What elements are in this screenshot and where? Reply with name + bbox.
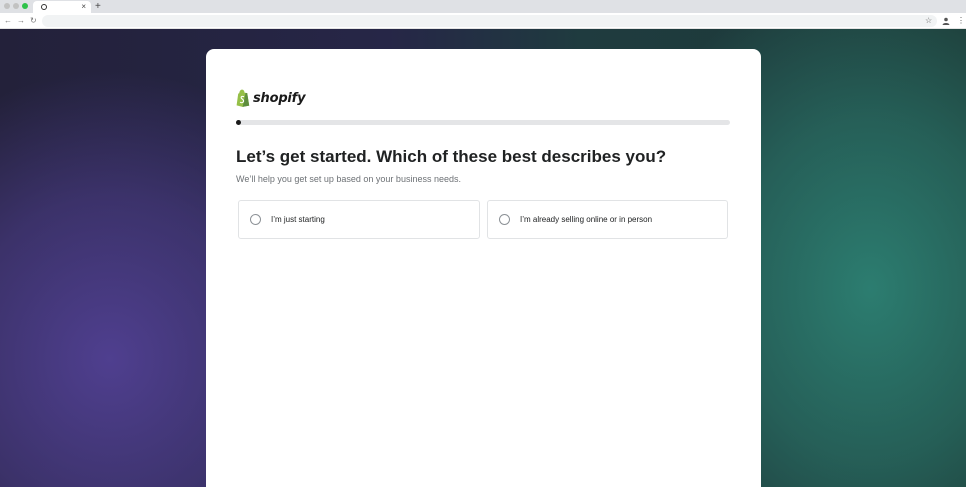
forward-arrow-icon[interactable]: → (17, 13, 25, 29)
shopify-wordmark: shopify (253, 90, 306, 106)
page-title: Let’s get started. Which of these best d… (236, 147, 667, 166)
browser-tab-active[interactable]: × (33, 1, 91, 13)
address-bar[interactable] (42, 15, 937, 27)
shopify-logo: shopify (236, 89, 306, 107)
onboarding-card: shopify Let’s get started. Which of thes… (206, 49, 761, 487)
browser-tab-bar: × + (0, 0, 966, 13)
star-icon[interactable]: ☆ (925, 13, 932, 29)
back-arrow-icon[interactable]: ← (4, 13, 12, 29)
option-label: I’m just starting (271, 215, 325, 224)
reload-icon[interactable]: ↻ (30, 13, 37, 29)
option-label: I’m already selling online or in person (520, 215, 653, 224)
tab-close-icon[interactable]: × (81, 1, 86, 13)
browser-toolbar: ← → ↻ ☆ ⋮ (0, 13, 966, 29)
new-tab-icon[interactable]: + (95, 0, 101, 13)
option-just-starting[interactable]: I’m just starting (238, 200, 480, 239)
progress-bar (236, 120, 730, 125)
shopify-bag-icon (236, 89, 250, 107)
radio-button[interactable] (499, 214, 510, 225)
option-already-selling[interactable]: I’m already selling online or in person (487, 200, 728, 239)
radio-button[interactable] (250, 214, 261, 225)
progress-bar-fill (236, 120, 241, 125)
window-minimize-control[interactable] (13, 3, 19, 9)
window-maximize-control[interactable] (22, 3, 28, 9)
tab-favicon-icon (41, 4, 47, 10)
window-close-control[interactable] (4, 3, 10, 9)
kebab-menu-icon[interactable]: ⋮ (957, 13, 965, 29)
page-subtitle: We’ll help you get set up based on your … (236, 174, 461, 184)
